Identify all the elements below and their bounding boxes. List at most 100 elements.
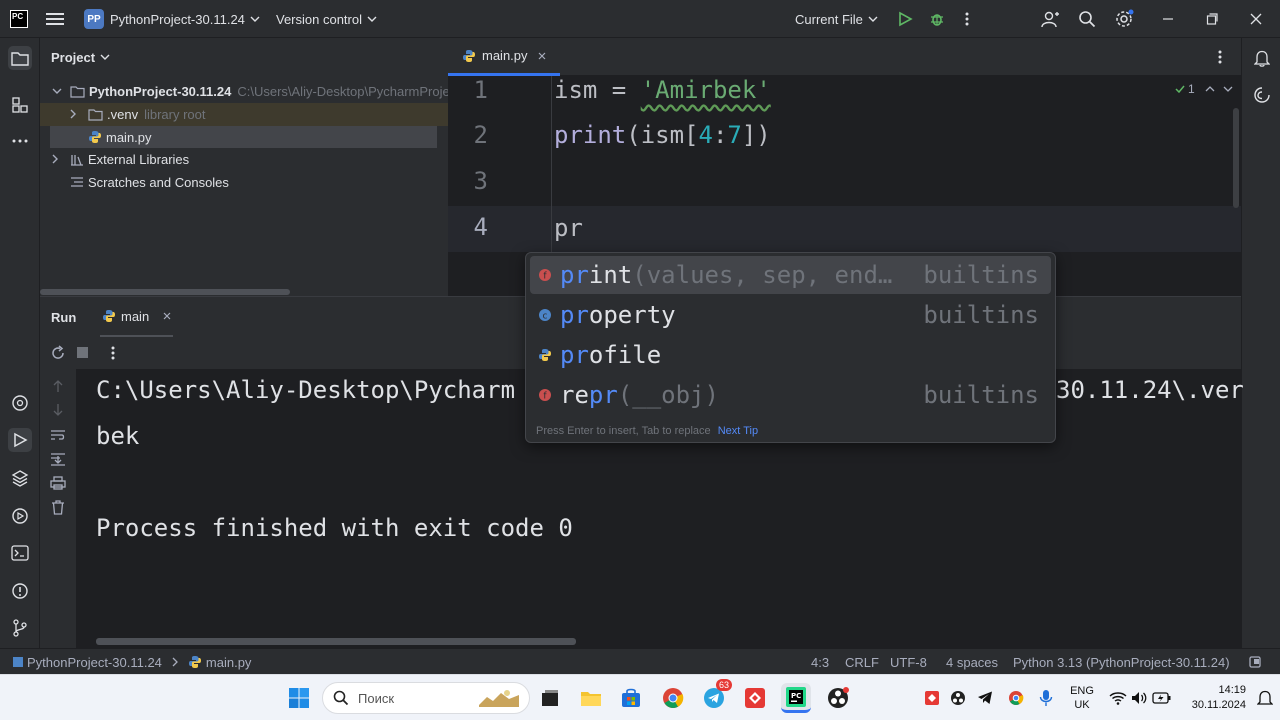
version-control-menu[interactable]: Version control: [276, 0, 377, 38]
pycharm-logo-icon[interactable]: PC: [10, 0, 28, 38]
run-config-selector[interactable]: Current File: [795, 0, 878, 38]
completion-match: pr: [560, 261, 589, 289]
status-bar: PythonProject-30.11.24 main.py 4:3 CRLF …: [0, 648, 1280, 674]
tree-row-project-root[interactable]: PythonProject-30.11.24 C:\Users\Aliy-Des…: [52, 80, 478, 102]
chevron-right-icon: [172, 657, 178, 667]
soft-wrap-icon[interactable]: [50, 429, 66, 441]
chrome-icon[interactable]: [658, 683, 688, 713]
debug-icon[interactable]: [929, 0, 945, 38]
code-token: :: [712, 121, 728, 149]
stop-icon[interactable]: [77, 347, 88, 358]
tree-row-external-libraries[interactable]: External Libraries: [52, 148, 478, 170]
project-switcher[interactable]: PP PythonProject-30.11.24: [84, 0, 260, 38]
completion-prefix: re: [560, 381, 589, 409]
breadcrumb[interactable]: PythonProject-30.11.24 main.py: [12, 649, 251, 675]
problems-icon[interactable]: [8, 579, 32, 603]
code-token: 'Amirbek': [640, 76, 771, 104]
git-icon[interactable]: [8, 616, 32, 640]
completion-item-print[interactable]: f pr int (values, sep, end… builtins: [530, 256, 1051, 294]
scroll-up-icon[interactable]: [52, 379, 64, 393]
obs-tray-icon[interactable]: [943, 683, 973, 713]
next-tip-link[interactable]: Next Tip: [718, 425, 758, 437]
tree-label: External Libraries: [88, 151, 190, 167]
chevron-right-icon: [70, 109, 76, 119]
python-packages-icon[interactable]: [8, 391, 32, 415]
maximize-icon[interactable]: [1206, 0, 1218, 38]
chevron-up-icon[interactable]: [1205, 86, 1215, 92]
windows-start-icon[interactable]: [284, 683, 314, 713]
minimize-icon[interactable]: [1162, 0, 1174, 38]
run-icon[interactable]: [897, 0, 913, 38]
code-line-4[interactable]: pr: [554, 214, 583, 242]
completion-item-profile[interactable]: pr ofile: [530, 336, 1051, 374]
scroll-to-end-icon[interactable]: [50, 452, 66, 466]
svg-text:c: c: [543, 312, 548, 322]
pycharm-taskbar-icon[interactable]: PC: [781, 683, 811, 713]
file-lock-icon[interactable]: [1249, 649, 1261, 675]
close-icon[interactable]: [1250, 0, 1262, 38]
microphone-icon[interactable]: [1031, 683, 1061, 713]
file-encoding[interactable]: UTF-8: [890, 649, 927, 675]
layers-icon[interactable]: [8, 466, 32, 490]
tab-main-py[interactable]: main.py: [448, 38, 560, 76]
trash-icon[interactable]: [51, 500, 65, 515]
chevron-down-icon: [52, 88, 62, 94]
more-tools-icon[interactable]: [8, 129, 32, 153]
main-menu-icon[interactable]: [46, 0, 64, 38]
rerun-icon[interactable]: [50, 345, 66, 361]
microsoft-store-icon[interactable]: [616, 683, 646, 713]
project-folder-icon[interactable]: [8, 46, 32, 70]
battery-icon[interactable]: [1147, 683, 1177, 713]
console-horizontal-scrollbar[interactable]: [96, 638, 576, 645]
code-line-2[interactable]: print(ism[4:7]): [554, 121, 771, 149]
telegram-tray-icon[interactable]: [970, 683, 1000, 713]
breadcrumb-file: main.py: [205, 654, 252, 670]
chrome-tray-icon[interactable]: [1001, 683, 1031, 713]
right-tool-strip: [1241, 38, 1280, 648]
ai-assistant-icon[interactable]: [1250, 83, 1274, 107]
editor-vertical-scrollbar[interactable]: [1233, 108, 1239, 208]
more-actions-icon[interactable]: [965, 0, 969, 38]
telegram-icon[interactable]: 63: [699, 679, 733, 713]
indent-setting[interactable]: 4 spaces: [946, 649, 998, 675]
code-line-1[interactable]: ism = 'Amirbek': [554, 76, 771, 104]
notifications-bell-icon[interactable]: [1250, 46, 1274, 70]
services-icon[interactable]: [8, 504, 32, 528]
scratches-icon: [71, 176, 83, 187]
code-with-me-icon[interactable]: [1041, 0, 1059, 38]
breadcrumb-project: PythonProject-30.11.24: [27, 654, 162, 670]
obs-studio-icon[interactable]: [823, 683, 853, 713]
language-indicator[interactable]: ENG UK: [1066, 684, 1098, 712]
scroll-down-icon[interactable]: [52, 403, 64, 417]
line-number: 3: [473, 167, 488, 195]
taskbar-search-input[interactable]: Поиск: [322, 682, 530, 714]
inspection-widget[interactable]: 1: [1175, 82, 1233, 96]
notification-center-icon[interactable]: [1250, 683, 1280, 713]
completion-item-repr[interactable]: f re pr (__obj) builtins: [530, 376, 1051, 414]
settings-gear-icon[interactable]: [1115, 0, 1135, 38]
run-more-icon[interactable]: [111, 346, 115, 360]
completion-item-property[interactable]: c pr operty builtins: [530, 296, 1051, 334]
chevron-down-icon[interactable]: [1223, 86, 1233, 92]
editor-more-icon[interactable]: [1218, 50, 1222, 64]
structure-icon[interactable]: [8, 93, 32, 117]
system-clock[interactable]: 14:19 30.11.2024: [1180, 683, 1246, 713]
project-panel-title[interactable]: Project: [51, 38, 110, 76]
file-explorer-icon[interactable]: [576, 683, 606, 713]
task-view-icon[interactable]: [535, 683, 565, 713]
terminal-icon[interactable]: [8, 541, 32, 565]
tree-hint: C:\Users\Aliy-Desktop\PycharmProje: [237, 83, 450, 99]
caret-position[interactable]: 4:3: [811, 649, 829, 675]
print-icon[interactable]: [50, 476, 66, 490]
run-tool-icon[interactable]: [8, 428, 32, 452]
inspection-count: 1: [1188, 82, 1195, 96]
tree-label: Scratches and Consoles: [88, 174, 229, 190]
python-interpreter[interactable]: Python 3.13 (PythonProject-30.11.24): [1013, 649, 1230, 675]
project-horizontal-scrollbar[interactable]: [40, 289, 290, 295]
run-tab-main[interactable]: main: [100, 297, 174, 337]
line-separator[interactable]: CRLF: [845, 649, 879, 675]
search-icon[interactable]: [1078, 0, 1096, 38]
close-tab-icon[interactable]: [163, 312, 171, 320]
close-tab-icon[interactable]: [538, 52, 546, 60]
anydesk-icon[interactable]: [740, 683, 770, 713]
